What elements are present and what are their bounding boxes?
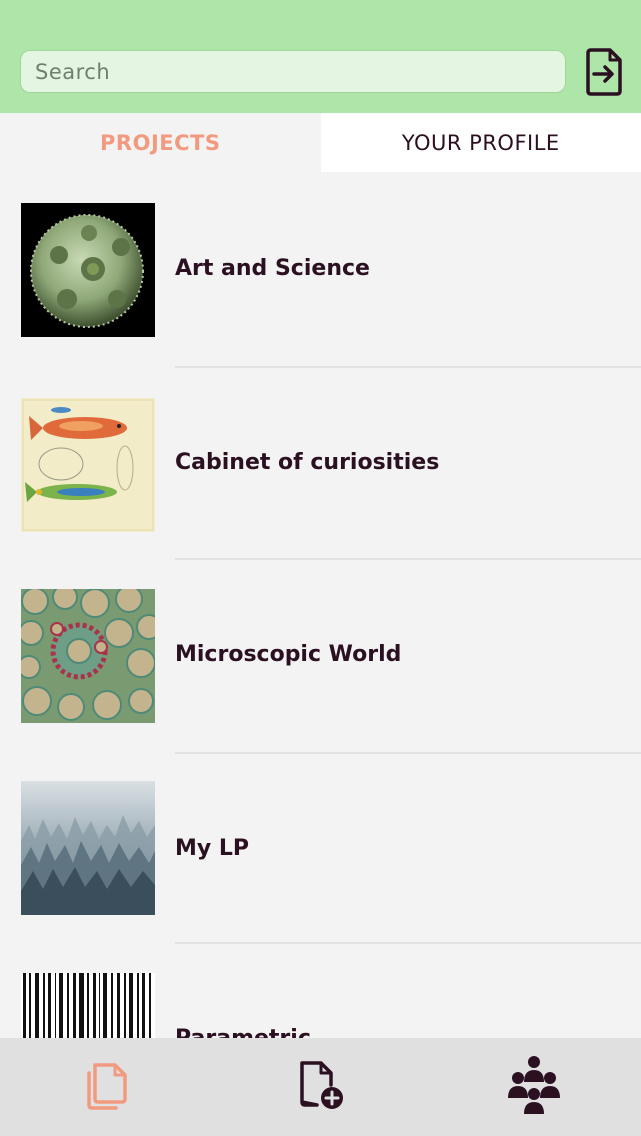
- pollen-grain-image: [21, 203, 155, 337]
- project-title: My LP: [175, 836, 250, 861]
- list-item[interactable]: My LP: [0, 752, 641, 947]
- list-item[interactable]: Parametric: [0, 942, 641, 1038]
- list-item[interactable]: Cabinet of curiosities: [0, 366, 641, 561]
- tab-your-profile[interactable]: YOUR PROFILE: [320, 113, 641, 172]
- group-icon: [503, 1054, 565, 1120]
- plant-cells-image: [21, 589, 155, 723]
- add-document-icon: [295, 1059, 347, 1115]
- tab-projects-label: PROJECTS: [100, 130, 221, 155]
- misty-forest-image: [21, 781, 155, 915]
- tab-your-profile-label: YOUR PROFILE: [401, 130, 560, 155]
- project-title: Art and Science: [175, 256, 370, 281]
- fish-illustration-image: [21, 398, 155, 532]
- file-export-icon[interactable]: [584, 47, 624, 97]
- list-item[interactable]: Microscopic World: [0, 558, 641, 754]
- project-title: Cabinet of curiosities: [175, 450, 440, 475]
- tab-bar: PROJECTS YOUR PROFILE: [0, 113, 641, 172]
- documents-icon: [81, 1059, 133, 1115]
- bottom-nav: [0, 1038, 641, 1136]
- nav-groups-button[interactable]: [427, 1038, 641, 1136]
- nav-new-project-button[interactable]: [214, 1038, 428, 1136]
- barcode-image: [21, 973, 155, 1038]
- project-list: Art and Science Cabinet of curiosities M…: [0, 172, 641, 1038]
- tab-projects[interactable]: PROJECTS: [0, 113, 321, 172]
- search-placeholder: Search: [35, 59, 111, 84]
- list-item[interactable]: Art and Science: [0, 172, 641, 368]
- top-bar: Search: [0, 0, 641, 113]
- project-title: Microscopic World: [175, 642, 402, 667]
- nav-projects-button[interactable]: [0, 1038, 214, 1136]
- project-title: Parametric: [175, 1026, 311, 1038]
- search-input[interactable]: Search: [20, 50, 566, 93]
